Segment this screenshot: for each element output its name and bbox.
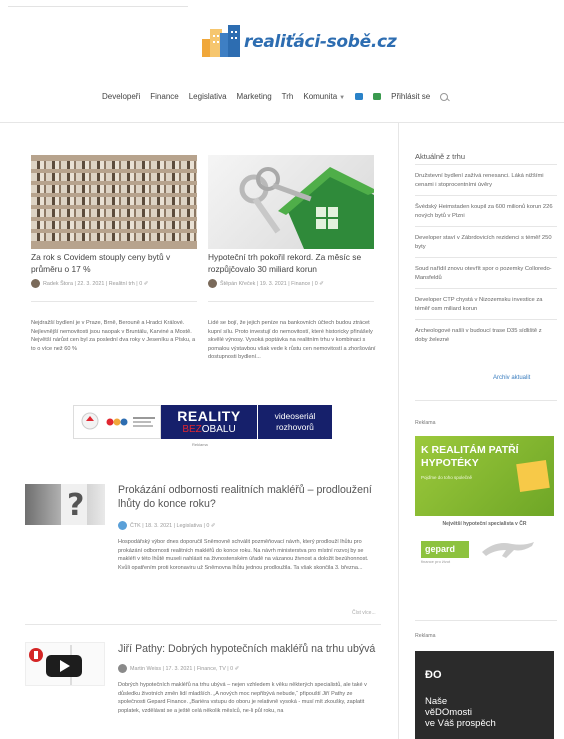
sidebar-news-item[interactable]: Developer staví v Zábrdovicích rezidenci… (415, 234, 555, 251)
reality-bez-obalu-banner[interactable]: REALITY BEZOBALU videoseriál rozhovorů (73, 405, 332, 439)
post-divider (25, 624, 381, 625)
sidebar-divider (415, 288, 557, 289)
hypo-ad-banner[interactable]: K REALITÁM PATŘÍ HYPOTÉKY Pojďme do toho… (415, 436, 554, 516)
nav-item-developeri[interactable]: Developeři (102, 92, 140, 101)
sidebar-divider (415, 226, 557, 227)
do-ad-banner[interactable]: ÐO Naše vĕDOmosti ve Váš prospěch (415, 651, 554, 739)
svg-text:?: ? (67, 488, 84, 523)
post-thumbnail-question[interactable]: ? (25, 484, 105, 525)
post-meta: Štěpán Křeček | 19. 3. 2021 | Finance | … (208, 279, 324, 288)
sidebar-news-item[interactable]: Soud nařídil znovu otevřít spor o pozemk… (415, 265, 555, 282)
avatar (118, 664, 127, 673)
video-thumbnail-image (29, 645, 82, 685)
post-divider (31, 301, 197, 302)
logo-text: realiťáci-sobě.cz (244, 32, 397, 52)
post-title[interactable]: Za rok s Covidem stouply ceny bytů v prů… (31, 252, 197, 275)
banner-main: REALITY BEZOBALU (161, 405, 257, 439)
do-ad-text: Naše vĕDOmosti ve Váš prospěch (425, 696, 496, 729)
top-divider (8, 6, 188, 7)
post-meta: Martin Weiss | 17. 3. 2021 | Finance, TV… (118, 664, 239, 673)
archive-link[interactable]: Archiv aktualit (493, 375, 530, 381)
facebook-icon[interactable] (355, 93, 364, 100)
site-logo[interactable]: realiťáci-sobě.cz (202, 24, 397, 60)
do-ad-line: vĕDOmosti (425, 707, 472, 718)
avatar (208, 279, 217, 288)
post-excerpt: Hospodářský výbor dnes doporučil Sněmovn… (118, 539, 369, 571)
post-excerpt: Lidé se bojí, že jejich peníze na bankov… (208, 320, 376, 361)
cheetah-icon (482, 542, 534, 558)
login-link[interactable]: Přihlásit se (391, 92, 430, 101)
ad-tagline: Největší hypoteční specialista v ČR (442, 521, 527, 527)
sidebar-divider (415, 164, 557, 165)
banner-ad-label: Reklama (192, 442, 208, 447)
sidebar-title: Aktuálně z trhu (415, 152, 466, 161)
banner-right: videoseriál rozhovorů (257, 405, 332, 439)
post-meta: Radek Štora | 22. 3. 2021 | Realitní trh… (31, 279, 148, 288)
read-more-link[interactable]: Číst více... (352, 610, 376, 616)
nav-item-finance[interactable]: Finance (150, 92, 178, 101)
nav-item-komunita[interactable]: Komunita ▼ (303, 92, 345, 101)
nav-item-trh[interactable]: Trh (282, 92, 294, 101)
sidebar-news-item[interactable]: Družstevní bydlení zažívá renesanci. Lák… (415, 172, 555, 189)
do-ad-line: ve Váš prospěch (425, 718, 496, 729)
nav-item-legislativa[interactable]: Legislativa (189, 92, 227, 101)
gepard-tagline: finance pro život (421, 559, 451, 564)
post-title[interactable]: Jiří Pathy: Dobrých hypotečních makléřů … (118, 642, 380, 656)
banner-logos-image (81, 412, 155, 430)
post-meta-text: ČTK | 18. 3. 2021 | Legislativa | 0 ✐ (130, 522, 216, 529)
social-icon[interactable] (373, 93, 382, 100)
search-icon[interactable] (440, 92, 449, 101)
nav-item-marketing[interactable]: Marketing (237, 92, 272, 101)
sidebar-divider (398, 122, 399, 739)
post-excerpt: Nejdražší bydlení je v Praze, Brně, Bero… (31, 320, 196, 352)
banner-big-text: REALITY (177, 408, 241, 424)
sidebar-divider (415, 195, 557, 196)
banner-logos (73, 405, 161, 439)
question-mark-illustration: ? (61, 484, 87, 525)
avatar (31, 279, 40, 288)
banner-sub-text: BEZOBALU (182, 424, 236, 435)
avatar (118, 521, 127, 530)
post-title[interactable]: Prokázání odbornosti realitních makléřů … (118, 483, 380, 511)
house-icon (516, 460, 550, 492)
chevron-down-icon: ▼ (339, 95, 346, 101)
sidebar-divider (415, 257, 557, 258)
post-title[interactable]: Hypoteční trh pokořil rekord. Za měsíc s… (208, 252, 378, 275)
sidebar-divider (415, 319, 557, 320)
ad-subline: Pojďme do toho společně (421, 475, 473, 480)
buildings-icon (202, 25, 242, 59)
post-thumbnail-video[interactable] (25, 642, 105, 686)
post-excerpt: Dobrých hypotečních makléřů na trhu ubýv… (118, 682, 367, 714)
post-thumbnail-buildings[interactable] (31, 155, 197, 249)
banner-right-line2: rozhovorů (276, 422, 314, 432)
banner-right-line1: videoseriál (274, 411, 316, 421)
sidebar-divider (415, 620, 557, 621)
post-meta-text: Štěpán Křeček | 19. 3. 2021 | Finance | … (220, 280, 324, 287)
do-ad-line: Naše (425, 696, 448, 707)
post-meta: ČTK | 18. 3. 2021 | Legislativa | 0 ✐ (118, 521, 215, 530)
sidebar-news-item[interactable]: Švédský Heimstaden koupil za 600 milionů… (415, 203, 555, 220)
do-logo: ÐO (425, 669, 442, 681)
main-nav: Developeři Finance Legislativa Marketing… (102, 92, 449, 101)
sidebar-divider (415, 400, 557, 401)
gepard-logo[interactable]: gepard (421, 541, 469, 558)
sidebar-news-item[interactable]: Developer CTP chystá v Nizozemsku invest… (415, 296, 555, 313)
nav-item-komunita-label: Komunita (303, 92, 338, 101)
keys-house-illustration (239, 167, 374, 249)
ad-label: Reklama (415, 420, 436, 426)
ad-headline: K REALITÁM PATŘÍ HYPOTÉKY (421, 444, 519, 469)
post-thumbnail-keys-house[interactable] (208, 155, 374, 249)
post-divider (208, 301, 374, 302)
post-meta-text: Martin Weiss | 17. 3. 2021 | Finance, TV… (130, 665, 240, 672)
sidebar-news-item[interactable]: Archeologové našli v budoucí trase D35 s… (415, 327, 555, 344)
ad-label: Reklama (415, 633, 436, 639)
post-meta-text: Radek Štora | 22. 3. 2021 | Realitní trh… (43, 280, 149, 287)
header-divider (0, 122, 564, 123)
